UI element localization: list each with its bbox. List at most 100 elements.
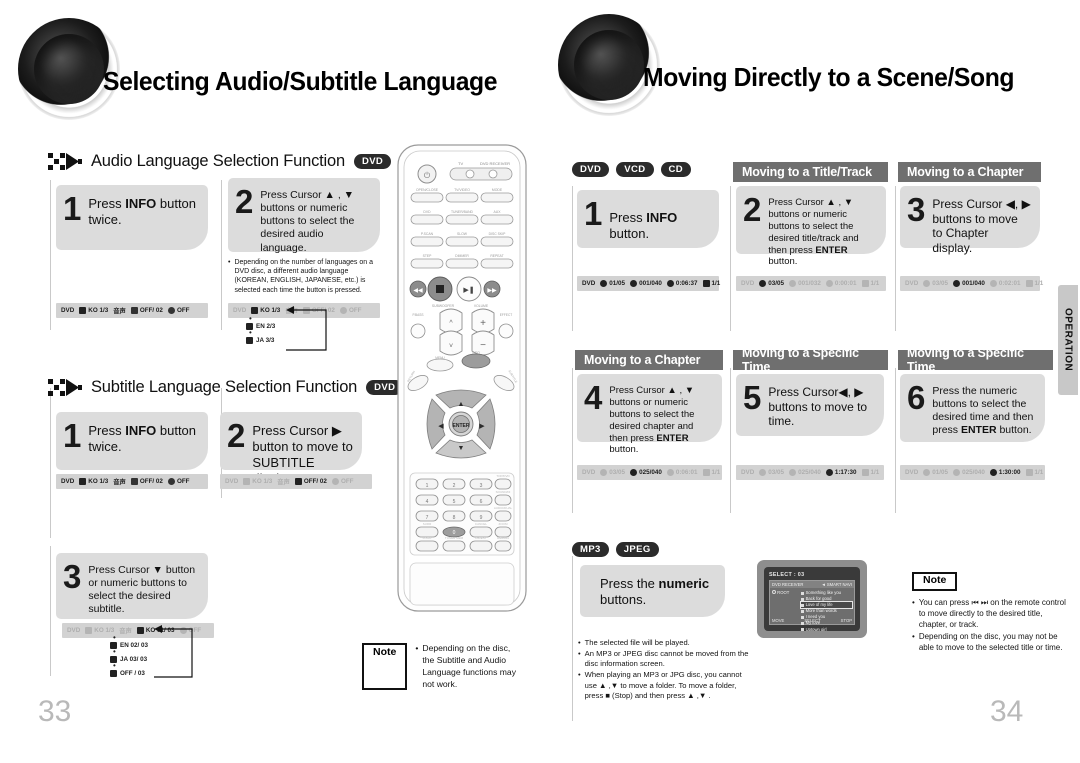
section-label: Subtitle Language Selection Function [91,378,358,396]
svg-text:˅: ˅ [449,343,453,350]
osd-bar-subtitle-2: DVD KO 1/3 音声 OFF/ 02 OFF [220,474,372,489]
osd-dropdown-subtitle: • EN 02/ 03 • JA 03/ 03 • OFF / 03 [110,634,148,678]
disc-badge-cd: CD [660,162,692,177]
step-text: Press Cursor ▲ , ▼ buttons or numeric bu… [260,189,355,254]
step-text: Press INFO button twice. [88,423,197,454]
svg-text:TV/VIDEO: TV/VIDEO [454,188,470,192]
osd-disc: DVD [905,469,919,476]
note-items: • You can press ⏮ ⏭ on the remote control… [912,597,1072,653]
step-card-1: 1 Press INFO button. [577,190,719,248]
step-card-5: 5 Press Cursor◀, ▶ buttons to move to ti… [736,374,884,436]
svg-text:P.BASS: P.BASS [412,313,423,317]
step-card-subtitle-1: 1 Press INFO button twice. [56,412,208,470]
step-card-6: 6 Press the numeric buttons to select th… [900,374,1045,442]
tv-select-label: SELECT : 03 [769,572,805,578]
svg-text:⏻: ⏻ [424,171,431,180]
column-divider [50,180,51,330]
osd-chapter: 025/040 [630,469,662,476]
loop-connector-arrow [286,306,327,351]
column-divider [50,546,51,676]
osd-time: 0:06:01 [666,469,698,476]
note-box-left: Note • Depending on the disc, the Subtitl… [362,643,527,691]
list-item: • An MP3 or JPEG disc cannot be moved fro… [578,648,749,669]
note-items: • Depending on the disc, the Subtitle and… [415,643,517,689]
svg-text:INFO: INFO [472,351,480,355]
tv-menu-panel: DVD RECEIVER ◄ SMART NAVI ROOT Something… [769,580,855,631]
step-number: 6 [907,379,926,416]
svg-text:ENTER: ENTER [453,423,470,429]
osd-chapter: 025/040 [789,469,821,476]
step-number: 3 [63,558,82,595]
step-text: Press the numeric buttons. [600,576,710,607]
header-moving-chapter-2: Moving to a Chapter [575,350,723,370]
osd-audio: 1/1 [1025,469,1043,476]
svg-text:8: 8 [453,515,456,521]
left-page-title: Selecting Audio/Subtitle Language [103,66,498,96]
tv-footer-hints: MOVE SELECT STOP [772,618,852,623]
osd-bar-step-1: DVD 01/05 001/040 0:06:37 1/1 [577,276,720,291]
tv-folder-name: ROOT [777,590,790,595]
osd-time: 0:02:01 [989,280,1021,287]
right-page-title-block: Moving Directly to a Scene/Song [558,14,1068,119]
osd-audio: 1/1 [861,280,879,287]
header-moving-time: Moving to a Specific Time [733,346,888,374]
osd-audio: KO 1/3 [85,627,114,634]
osd-disc: DVD [905,280,919,287]
tv-hint-select: SELECT [804,618,821,623]
step-card-audio-2: 2 Press Cursor ▲ , ▼ buttons or numeric … [228,178,380,254]
osd-disc: DVD [582,280,596,287]
step-card-subtitle-2: 2 Press Cursor ▶ button to move to SUBTI… [220,412,362,486]
svg-text:SUBWOOFER: SUBWOOFER [432,304,455,308]
osd-audio: KO 1/3 [79,307,108,314]
note-box-right: Note • You can press ⏮ ⏭ on the remote co… [912,570,1072,653]
osd-subtitle-cjk: 音声 [119,628,132,635]
svg-text:5: 5 [453,499,456,505]
osd-bar-step-6: DVD 01/05 025/040 1:30:00 1/1 [900,465,1045,480]
section-heading-subtitle-language: Subtitle Language Selection Function DVD [48,378,404,397]
svg-text:9: 9 [480,515,483,521]
svg-text:▶❚: ▶❚ [463,286,474,294]
osd-disc: DVD [233,307,247,314]
step-text: Press the numeric buttons to select the … [932,385,1034,437]
tv-display: SELECT : 03 DVD RECEIVER ◄ SMART NAVI RO… [764,567,860,631]
step-number: 2 [227,417,246,454]
side-tab-operation: OPERATION [1058,285,1078,395]
column-divider [50,388,51,538]
svg-text:7: 7 [426,515,429,521]
osd-dropdown-audio: • EN 2/3 • JA 3/3 [246,315,275,345]
svg-text:▶▶: ▶▶ [487,288,497,294]
osd-subtitle-cjk: 音声 [113,479,126,486]
column-divider [572,186,573,331]
svg-text:1: 1 [426,483,429,489]
list-item: • Depending on the disc, you may not be a… [912,631,1063,652]
step-text: Press INFO button twice. [88,196,197,227]
note-label: Note [912,571,958,592]
svg-text:DIMMER: DIMMER [455,254,469,258]
svg-text:◀◀: ◀◀ [413,288,423,294]
svg-text:2: 2 [453,483,456,489]
osd-audio: 1/1 [702,280,720,287]
osd-disc: DVD [741,469,755,476]
svg-text:4: 4 [426,499,429,505]
osd-time: 1:17:30 [825,469,857,476]
osd-title: 03/05 [759,280,784,287]
svg-text:◀: ◀ [438,423,444,430]
svg-text:▲: ▲ [458,401,465,408]
svg-text:TV: TV [458,161,463,166]
step-text: Press Cursor ◀, ▶ buttons to move to Cha… [932,197,1031,255]
step-card-subtitle-3: 3 Press Cursor ▼ button or numeric butto… [56,553,208,619]
svg-text:6: 6 [480,499,483,505]
section-label: Audio Language Selection Function [91,152,345,170]
tv-panel-left-label: DVD RECEIVER [772,582,804,587]
step-number: 1 [63,417,82,454]
svg-text:DIGEST: DIGEST [475,536,486,540]
column-divider [572,368,573,513]
step-text: Press Cursor ▲ , ▼ buttons or numeric bu… [609,385,695,456]
step-card-4: 4 Press Cursor ▲ , ▼ buttons or numeric … [577,374,722,455]
section-heading-audio-language: Audio Language Selection Function DVD [48,152,392,171]
svg-text:EFFECT: EFFECT [500,313,512,317]
column-divider [221,180,222,330]
disc-badge-dvd: DVD [353,154,392,169]
svg-text:REPEAT: REPEAT [490,254,503,258]
osd-disc: DVD [225,478,239,485]
